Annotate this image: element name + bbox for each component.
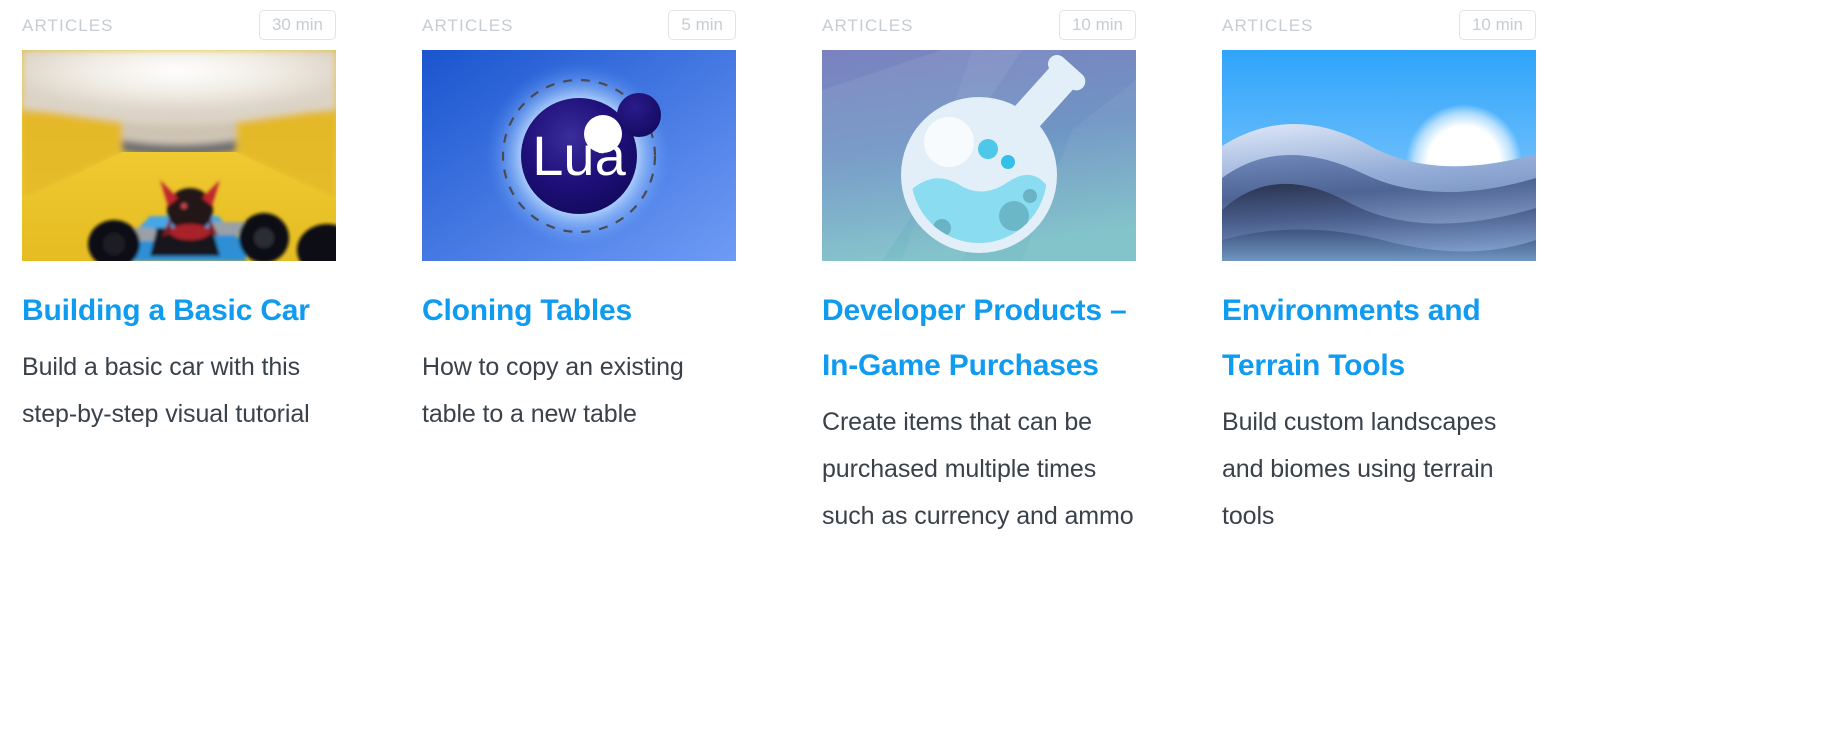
card-meta-row: ARTICLES 10 min bbox=[1222, 0, 1536, 42]
basic-car-illustration bbox=[22, 50, 336, 261]
card-description: Build custom landscapes and biomes using… bbox=[1222, 408, 1497, 530]
flask-illustration bbox=[822, 50, 1136, 261]
card-title-link[interactable]: Cloning Tables bbox=[422, 283, 736, 338]
card-duration-badge: 10 min bbox=[1458, 10, 1536, 40]
card-duration-badge: 30 min bbox=[258, 10, 336, 40]
card-meta-row: ARTICLES 30 min bbox=[22, 0, 336, 42]
card-thumbnail-flask[interactable] bbox=[822, 50, 1136, 261]
card-title-link[interactable]: Environments and Terrain Tools bbox=[1222, 283, 1536, 393]
card-duration-badge: 5 min bbox=[668, 10, 736, 40]
card-category-label: ARTICLES bbox=[22, 15, 114, 35]
article-card[interactable]: ARTICLES 10 min bbox=[822, 0, 1136, 540]
card-description: Build a basic car with this step-by-step… bbox=[22, 353, 310, 428]
card-duration-badge: 10 min bbox=[1058, 10, 1136, 40]
card-thumbnail-terrain-hills[interactable] bbox=[1222, 50, 1536, 261]
lua-wordmark: Lua bbox=[532, 124, 626, 187]
article-card[interactable]: ARTICLES 30 min Building a Basic Car Bui… bbox=[22, 0, 336, 438]
article-card[interactable]: ARTICLES 5 min Lua Cloning Tables How to… bbox=[422, 0, 736, 438]
lua-logo-illustration: Lua bbox=[422, 50, 736, 261]
terrain-hills-illustration bbox=[1222, 50, 1536, 261]
card-category-label: ARTICLES bbox=[822, 15, 914, 35]
card-thumbnail-basic-car[interactable] bbox=[22, 50, 336, 261]
card-meta-row: ARTICLES 5 min bbox=[422, 0, 736, 42]
card-category-label: ARTICLES bbox=[1222, 15, 1314, 35]
article-card[interactable]: ARTICLES 10 min bbox=[1222, 0, 1536, 540]
card-thumbnail-lua-logo[interactable]: Lua bbox=[422, 50, 736, 261]
card-title-link[interactable]: Building a Basic Car bbox=[22, 283, 336, 338]
card-category-label: ARTICLES bbox=[422, 15, 514, 35]
card-description: How to copy an existing table to a new t… bbox=[422, 353, 684, 428]
card-title-link[interactable]: Developer Products – In-Game Purchases bbox=[822, 283, 1136, 393]
card-meta-row: ARTICLES 10 min bbox=[822, 0, 1136, 42]
article-card-grid: ARTICLES 30 min Building a Basic Car Bui… bbox=[0, 0, 1824, 740]
card-description: Create items that can be purchased multi… bbox=[822, 408, 1134, 530]
